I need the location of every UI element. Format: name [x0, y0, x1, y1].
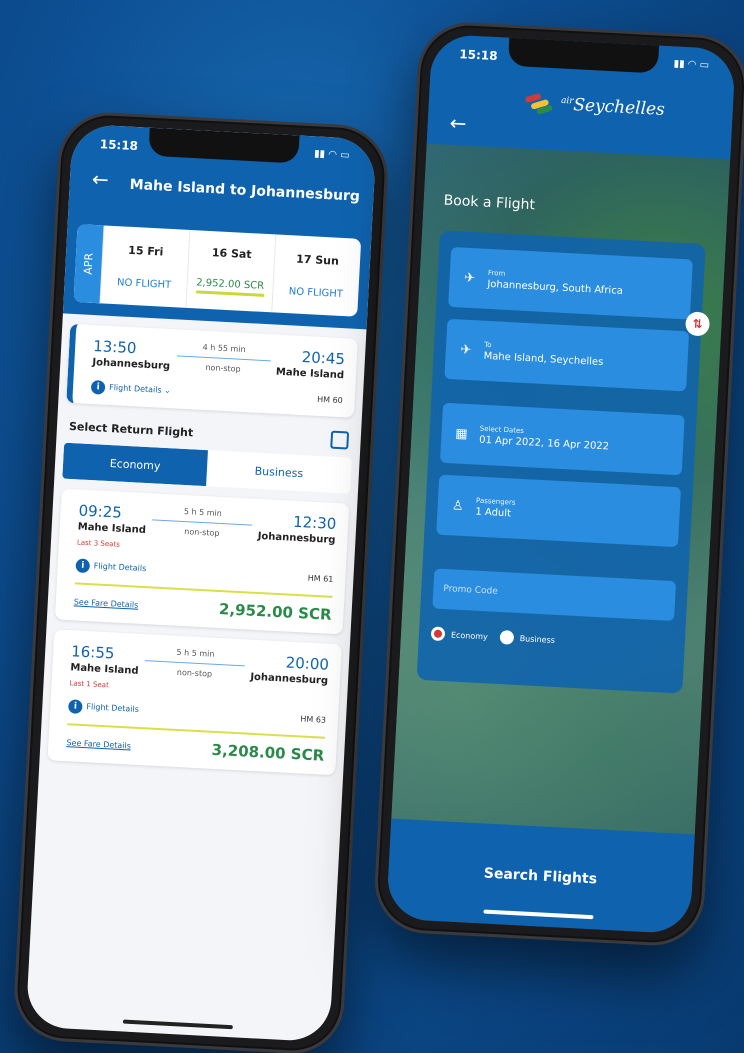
tab-business[interactable]: Business	[206, 450, 352, 493]
logo-text-small: air	[560, 95, 574, 107]
signal-wifi-battery-icon: ▮▮ ◠ ▭	[673, 58, 710, 72]
person-icon: ♙	[451, 497, 464, 514]
from-field[interactable]: ✈ From Johannesburg, South Africa	[448, 246, 693, 320]
departure-plane-icon: ✈	[463, 270, 476, 286]
selected-outbound-flight-card[interactable]: 13:50 Johannesburg 4 h 55 min non-stop 2…	[66, 323, 358, 418]
flight-duration: 4 h 55 min	[202, 342, 246, 355]
info-icon: i	[68, 699, 83, 714]
info-icon: i	[90, 379, 106, 395]
date-option[interactable]: 17 Sun NO FLIGHT	[271, 234, 362, 317]
flight-details-link[interactable]: i Flight Details	[68, 699, 139, 717]
route-title: Mahe Island to Johannesburg	[129, 176, 361, 205]
departure-time: 09:25	[78, 501, 123, 522]
flight-number: HM 61	[307, 573, 334, 584]
business-radio-label: Business	[519, 633, 556, 645]
date-status: NO FLIGHT	[288, 285, 344, 300]
info-icon: i	[75, 558, 91, 574]
air-seychelles-logo: airSeychelles	[524, 92, 666, 120]
arrival-time: 12:30	[292, 512, 337, 533]
tab-economy[interactable]: Economy	[62, 442, 208, 487]
flight-details-link[interactable]: i Flight Details ⌄	[90, 379, 171, 398]
left-screen: 15:18 ▮▮ ◠ ▭ ← Mahe Island to Johannesbu…	[25, 123, 377, 1043]
fare-price: 3,208.00 SCR	[211, 740, 325, 765]
route-line	[145, 660, 245, 667]
departure-time: 13:50	[92, 337, 137, 358]
arrival-plane-icon: ✈	[460, 342, 472, 358]
arrival-city: Johannesburg	[257, 530, 336, 546]
stops-label: non-stop	[176, 667, 213, 679]
date-day: 15 Fri	[127, 243, 164, 259]
stops-label: non-stop	[184, 527, 220, 538]
right-screen: 15:18 ▮▮ ◠ ▭ ← airSeychelles Book a Flig…	[386, 33, 736, 935]
calendar-icon[interactable]	[330, 430, 350, 450]
date-option[interactable]: 15 Fri NO FLIGHT	[99, 225, 190, 308]
passengers-label: Passengers	[475, 496, 516, 507]
right-phone: 15:18 ▮▮ ◠ ▭ ← airSeychelles Book a Flig…	[372, 19, 744, 949]
booking-form: ✈ From Johannesburg, South Africa ⇅ ✈ To…	[416, 230, 711, 694]
flight-number: HM 60	[316, 394, 343, 405]
flight-details-label: Flight Details	[108, 382, 162, 395]
left-phone: 15:18 ▮▮ ◠ ▭ ← Mahe Island to Johannesbu…	[11, 110, 391, 1053]
route-line	[176, 355, 271, 362]
promo-code-field[interactable]	[432, 568, 677, 622]
departure-city: Mahe Island	[70, 662, 139, 677]
route-line	[152, 519, 253, 526]
date-price: 2,952.00 SCR	[195, 277, 265, 297]
see-fare-details-link[interactable]: See Fare Details	[74, 597, 139, 609]
back-arrow-icon[interactable]: ←	[91, 167, 109, 192]
arrival-city: Mahe Island	[275, 366, 345, 382]
search-flights-button[interactable]: Search Flights	[386, 818, 695, 935]
date-day: 17 Sun	[295, 252, 340, 268]
economy-radio[interactable]	[430, 626, 446, 642]
status-time: 15:18	[99, 137, 139, 154]
flight-details-label: Flight Details	[86, 702, 140, 714]
departure-city: Mahe Island	[77, 521, 147, 537]
calendar-icon: ▦	[454, 425, 469, 442]
cabin-tabs: Economy Business	[62, 442, 352, 494]
cabin-radio-group: Economy Business	[430, 626, 673, 653]
status-time: 15:18	[458, 47, 498, 64]
flight-details-label: Flight Details	[93, 561, 147, 574]
return-flight-card[interactable]: 16:55 Mahe Island 5 h 5 min non-stop 20:…	[47, 629, 342, 776]
flight-details-link[interactable]: i Flight Details	[75, 558, 147, 576]
home-indicator	[122, 1019, 233, 1030]
page-title: Book a Flight	[443, 192, 536, 214]
see-fare-details-link[interactable]: See Fare Details	[66, 738, 131, 750]
month-label: APR	[73, 224, 104, 304]
date-selector: APR 15 Fri NO FLIGHT 16 Sat 2,952.00 SCR…	[73, 224, 362, 317]
logo-text-main: Seychelles	[572, 95, 666, 120]
flight-duration: 5 h 5 min	[183, 507, 223, 518]
passengers-value: 1 Adult	[475, 506, 512, 519]
date-status: NO FLIGHT	[116, 276, 172, 291]
return-flight-card[interactable]: 09:25 Mahe Island 5 h 5 min non-stop 12:…	[54, 488, 350, 635]
flight-duration: 5 h 5 min	[176, 647, 215, 659]
departure-time: 16:55	[70, 642, 115, 663]
departure-city: Johannesburg	[92, 357, 171, 373]
arrival-time: 20:45	[301, 347, 346, 369]
economy-radio-label: Economy	[450, 629, 489, 641]
fare-price: 2,952.00 SCR	[218, 599, 332, 624]
select-dates-field[interactable]: ▦ Select Dates 01 Apr 2022, 16 Apr 2022	[439, 402, 685, 476]
arrival-time: 20:00	[285, 653, 330, 674]
section-title: Select Return Flight	[68, 419, 194, 439]
arrival-city: Johannesburg	[250, 671, 329, 687]
promo-code-input[interactable]	[443, 583, 666, 606]
swap-icon[interactable]: ⇅	[684, 311, 711, 337]
logo-text: airSeychelles	[560, 94, 666, 120]
flight-number: HM 63	[300, 713, 327, 725]
date-option-selected[interactable]: 16 Sat 2,952.00 SCR	[185, 229, 276, 313]
stops-label: non-stop	[205, 362, 241, 374]
date-day: 16 Sat	[211, 246, 252, 262]
back-arrow-icon[interactable]: ←	[449, 111, 467, 136]
to-field[interactable]: ✈ To Mahe Island, Seychelles	[444, 318, 690, 392]
logo-mark-icon	[524, 92, 555, 115]
passengers-field[interactable]: ♙ Passengers 1 Adult	[436, 474, 681, 548]
signal-wifi-battery-icon: ▮▮ ◠ ▭	[313, 148, 350, 162]
business-radio[interactable]	[499, 630, 515, 645]
